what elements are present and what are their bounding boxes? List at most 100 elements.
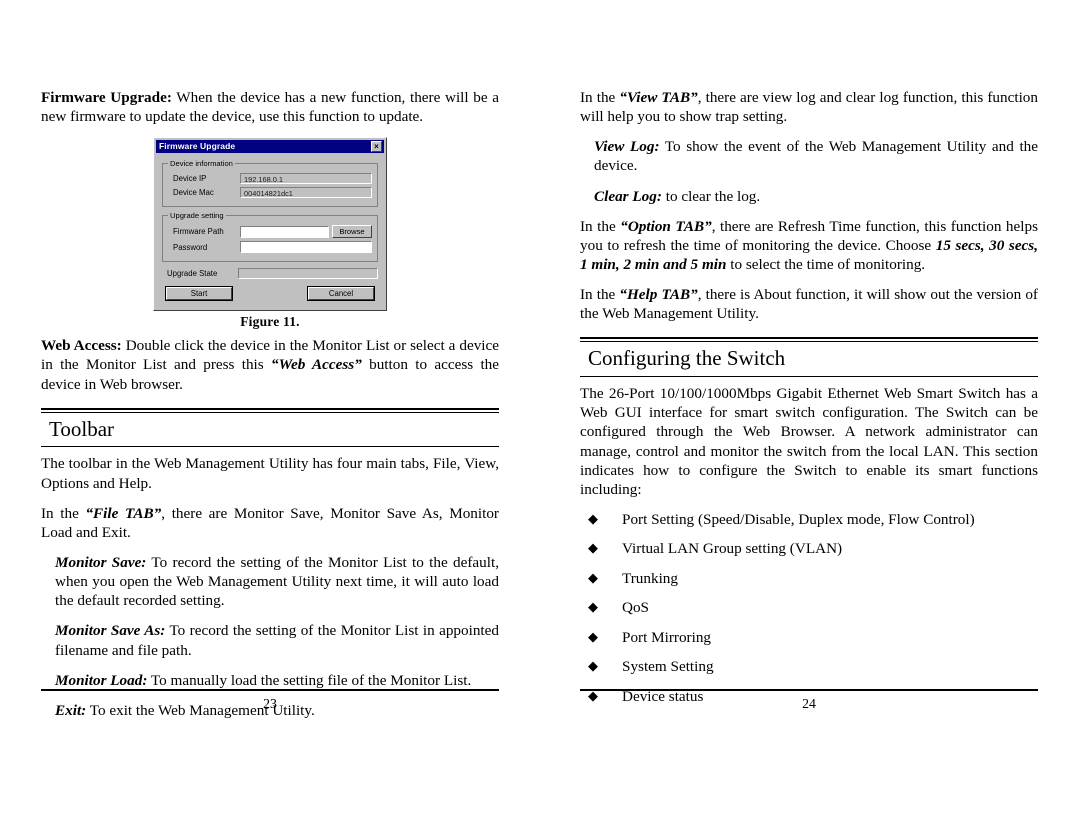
view-log-text: To show the event of the Web Management … <box>594 138 1038 175</box>
device-ip-value: 192.168.0.1 <box>240 173 372 185</box>
configuring-section-heading: Configuring the Switch <box>580 337 1038 378</box>
dialog-title-text: Firmware Upgrade <box>159 141 236 152</box>
cancel-button[interactable]: Cancel <box>307 286 375 302</box>
configuring-rule-bottom <box>580 376 1038 378</box>
device-information-group: Device information Device IP 192.168.0.1… <box>162 159 378 208</box>
file-tab-paragraph: In the “File TAB”, there are Monitor Sav… <box>41 504 499 542</box>
diamond-bullet-icon: ◆ <box>588 658 598 674</box>
list-item: ◆ Trunking <box>580 569 1038 588</box>
view-log-term: View Log: <box>594 138 660 156</box>
diamond-bullet-icon: ◆ <box>588 599 598 615</box>
monitor-save-as-item: Monitor Save As: To record the setting o… <box>55 621 499 659</box>
monitor-save-term: Monitor Save: <box>55 554 147 572</box>
left-page-footer: 23 <box>41 689 499 712</box>
password-label: Password <box>173 242 208 252</box>
list-item-label: Virtual LAN Group setting (VLAN) <box>622 540 843 558</box>
monitor-load-item: Monitor Load: To manually load the setti… <box>55 671 499 690</box>
list-item: ◆ Virtual LAN Group setting (VLAN) <box>580 539 1038 558</box>
list-item-label: Trunking <box>622 569 678 587</box>
monitor-load-text: To manually load the setting file of the… <box>147 671 472 689</box>
monitor-save-item: Monitor Save: To record the setting of t… <box>55 553 499 610</box>
file-tab-text-1: In the <box>41 504 86 522</box>
view-tab-text-1: In the <box>580 89 620 106</box>
device-mac-label: Device Mac <box>173 188 214 198</box>
device-ip-row: Device IP 192.168.0.1 <box>168 173 372 185</box>
upgrade-setting-group: Upgrade setting Firmware Path Browse Pas… <box>162 211 378 263</box>
document-page-spread: Firmware Upgrade: When the device has a … <box>0 0 1080 834</box>
browse-button[interactable]: Browse <box>332 225 372 239</box>
list-item: ◆ QoS <box>580 598 1038 617</box>
firmware-path-label: Firmware Path <box>173 227 224 237</box>
heading-rule-top <box>41 407 499 413</box>
configuring-heading-text: Configuring the Switch <box>588 346 786 371</box>
help-tab-emphasis: “Help TAB” <box>619 286 698 304</box>
password-input[interactable] <box>240 241 372 254</box>
diamond-bullet-icon: ◆ <box>588 569 598 585</box>
right-page-footer: 24 <box>580 689 1038 712</box>
view-log-item: View Log: To show the event of the Web M… <box>594 137 1038 175</box>
footer-rule <box>580 689 1038 691</box>
diamond-bullet-icon: ◆ <box>588 511 598 527</box>
file-tab-emphasis: “File TAB” <box>85 504 162 522</box>
list-item-label: System Setting <box>622 658 714 676</box>
upgrade-state-row: Upgrade State <box>162 268 378 280</box>
web-access-term: Web Access: <box>41 337 122 355</box>
figure-11-image: Firmware Upgrade × Device information De… <box>153 137 387 312</box>
diamond-bullet-icon: ◆ <box>588 628 598 644</box>
smart-functions-list: ◆ Port Setting (Speed/Disable, Duplex mod… <box>580 510 1038 706</box>
firmware-upgrade-paragraph: Firmware Upgrade: When the device has a … <box>41 88 499 126</box>
password-row: Password <box>168 241 372 254</box>
web-access-paragraph: Web Access: Double click the device in t… <box>41 336 499 393</box>
page-number: 24 <box>802 696 816 711</box>
upgrade-state-label: Upgrade State <box>167 269 218 279</box>
option-tab-text-3: to select the time of monitoring. <box>726 255 926 273</box>
device-information-legend: Device information <box>170 159 233 169</box>
dialog-button-row: Start Cancel <box>165 286 375 302</box>
list-item-label: Port Setting (Speed/Disable, Duplex mode… <box>622 511 975 529</box>
toolbar-heading-text: Toolbar <box>49 416 115 441</box>
help-tab-text-1: In the <box>580 286 620 304</box>
dialog-title-bar: Firmware Upgrade × <box>156 140 384 154</box>
view-tab-emphasis: “View TAB” <box>619 89 698 106</box>
firmware-upgrade-dialog: Firmware Upgrade × Device information De… <box>153 137 387 312</box>
dialog-body: Device information Device IP 192.168.0.1… <box>156 153 384 308</box>
figure-11-caption: Figure 11. <box>240 314 300 330</box>
right-page-column: In the “View TAB”, there are view log an… <box>580 88 1038 716</box>
device-mac-value: 004014821dc1 <box>240 187 372 199</box>
firmware-path-input[interactable] <box>240 225 329 238</box>
upgrade-state-value <box>238 268 378 280</box>
view-tab-paragraph: In the “View TAB”, there are view log an… <box>580 88 1038 126</box>
list-item-label: QoS <box>622 599 650 617</box>
web-access-emphasis: “Web Access” <box>271 356 362 374</box>
figure-11: Firmware Upgrade × Device information De… <box>41 137 499 330</box>
clear-log-text: to clear the log. <box>661 187 761 205</box>
diamond-bullet-icon: ◆ <box>588 540 598 556</box>
help-tab-paragraph: In the “Help TAB”, there is About functi… <box>580 285 1038 323</box>
option-tab-emphasis: “Option TAB” <box>620 217 712 235</box>
list-item: ◆ System Setting <box>580 657 1038 676</box>
monitor-save-as-term: Monitor Save As: <box>55 622 166 640</box>
page-number: 23 <box>263 696 277 711</box>
monitor-load-term: Monitor Load: <box>55 671 148 689</box>
heading-rule-bottom <box>41 446 499 448</box>
list-item: ◆ Port Setting (Speed/Disable, Duplex mod… <box>580 510 1038 529</box>
upgrade-setting-legend: Upgrade setting <box>170 211 224 221</box>
footer-rule <box>41 689 499 691</box>
clear-log-item: Clear Log: to clear the log. <box>594 187 1038 206</box>
device-ip-label: Device IP <box>173 174 207 184</box>
clear-log-term: Clear Log: <box>594 187 662 205</box>
device-mac-row: Device Mac 004014821dc1 <box>168 187 372 199</box>
list-item: ◆ Port Mirroring <box>580 628 1038 647</box>
option-tab-paragraph: In the “Option TAB”, there are Refresh T… <box>580 217 1038 274</box>
firmware-path-row: Firmware Path Browse <box>168 225 372 239</box>
toolbar-intro-paragraph: The toolbar in the Web Management Utilit… <box>41 455 499 492</box>
list-item-label: Port Mirroring <box>622 628 712 646</box>
option-tab-text-1: In the <box>580 217 621 235</box>
toolbar-section-heading: Toolbar <box>41 407 499 448</box>
firmware-upgrade-term: Firmware Upgrade: <box>41 89 172 106</box>
start-button[interactable]: Start <box>165 286 233 302</box>
close-icon[interactable]: × <box>371 141 382 153</box>
left-page-column: Firmware Upgrade: When the device has a … <box>41 88 499 731</box>
configuring-intro-paragraph: The 26-Port 10/100/1000Mbps Gigabit Ethe… <box>580 385 1038 498</box>
configuring-rule-top <box>580 337 1038 343</box>
